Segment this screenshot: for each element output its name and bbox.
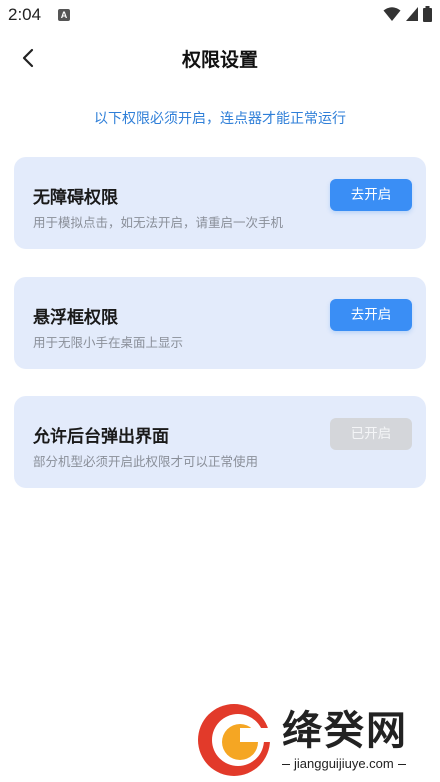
background-popup-enabled-button: 已开启	[330, 418, 412, 450]
battery-icon	[423, 6, 432, 22]
watermark: 绛癸网 jiangguijiuye.com	[190, 696, 440, 782]
status-icons	[383, 6, 432, 22]
permission-card-background-popup: 允许后台弹出界面 部分机型必须开启此权限才可以正常使用 已开启	[14, 396, 426, 488]
enable-floating-window-button[interactable]: 去开启	[330, 299, 412, 331]
wifi-icon	[383, 7, 401, 21]
permission-title: 悬浮框权限	[33, 308, 118, 328]
status-time: 2:04	[8, 5, 42, 24]
permission-title: 允许后台弹出界面	[33, 427, 169, 447]
watermark-text: 绛癸网	[282, 707, 408, 754]
signal-icon	[406, 7, 418, 21]
permission-notice: 以下权限必须开启，连点器才能正常运行	[94, 111, 346, 127]
enable-accessibility-button[interactable]: 去开启	[330, 179, 412, 211]
permission-card-accessibility: 无障碍权限 用于模拟点击，如无法开启，请重启一次手机 去开启	[14, 157, 426, 249]
app-header: 权限设置	[0, 36, 440, 80]
permission-description: 用于模拟点击，如无法开启，请重启一次手机	[33, 215, 284, 230]
status-bar: 2:04 A	[0, 0, 440, 30]
permission-title: 无障碍权限	[33, 188, 118, 208]
permission-description: 用于无限小手在桌面上显示	[33, 335, 184, 350]
watermark-logo-icon	[198, 704, 274, 776]
notification-a-icon: A	[58, 9, 70, 21]
permission-description: 部分机型必须开启此权限才可以正常使用	[33, 454, 259, 469]
watermark-url: jiangguijiuye.com	[282, 756, 406, 771]
page-title: 权限设置	[181, 49, 258, 71]
permission-card-floating-window: 悬浮框权限 用于无限小手在桌面上显示 去开启	[14, 277, 426, 369]
